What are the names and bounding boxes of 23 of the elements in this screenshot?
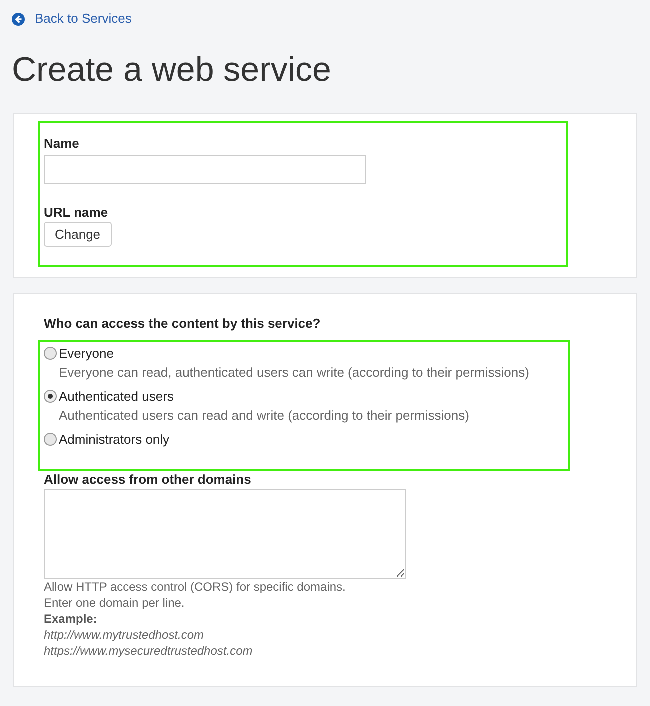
help-text: Allow HTTP access control (CORS) for specific domains. — [44, 579, 347, 595]
field-label: Name — [44, 135, 80, 152]
example-label: Example: — [44, 611, 98, 627]
name-field[interactable] — [44, 155, 366, 184]
help-text: Enter one domain per line. — [44, 595, 186, 611]
back-link[interactable]: Back to Services — [35, 9, 132, 29]
radio-button[interactable] — [44, 433, 57, 446]
change-button[interactable]: Change — [44, 222, 112, 247]
radio-option[interactable]: Everyone — [44, 345, 114, 362]
example-url: http://www.mytrustedhost.com — [44, 627, 206, 643]
option-description: Everyone can read, authenticated users can write (according to their permissions) — [58, 364, 530, 381]
back-arrow-icon — [12, 12, 25, 26]
radio-option[interactable]: Authenticated users — [44, 388, 174, 405]
option-description: Authenticated users can read and write (according to their permissions) — [58, 407, 470, 424]
example-url: https://www.mysecuredtrustedhost.com — [44, 643, 254, 659]
domains-field[interactable] — [44, 489, 406, 579]
page-title: Create a web service — [11, 50, 332, 90]
field-label: Allow access from other domains — [43, 471, 252, 488]
radio-button[interactable] — [44, 347, 57, 360]
radio-button[interactable] — [44, 390, 57, 403]
question-label: Who can access the content by this service? — [43, 315, 322, 332]
radio-option[interactable]: Administrators only — [44, 431, 170, 448]
field-label: URL name — [44, 204, 110, 221]
